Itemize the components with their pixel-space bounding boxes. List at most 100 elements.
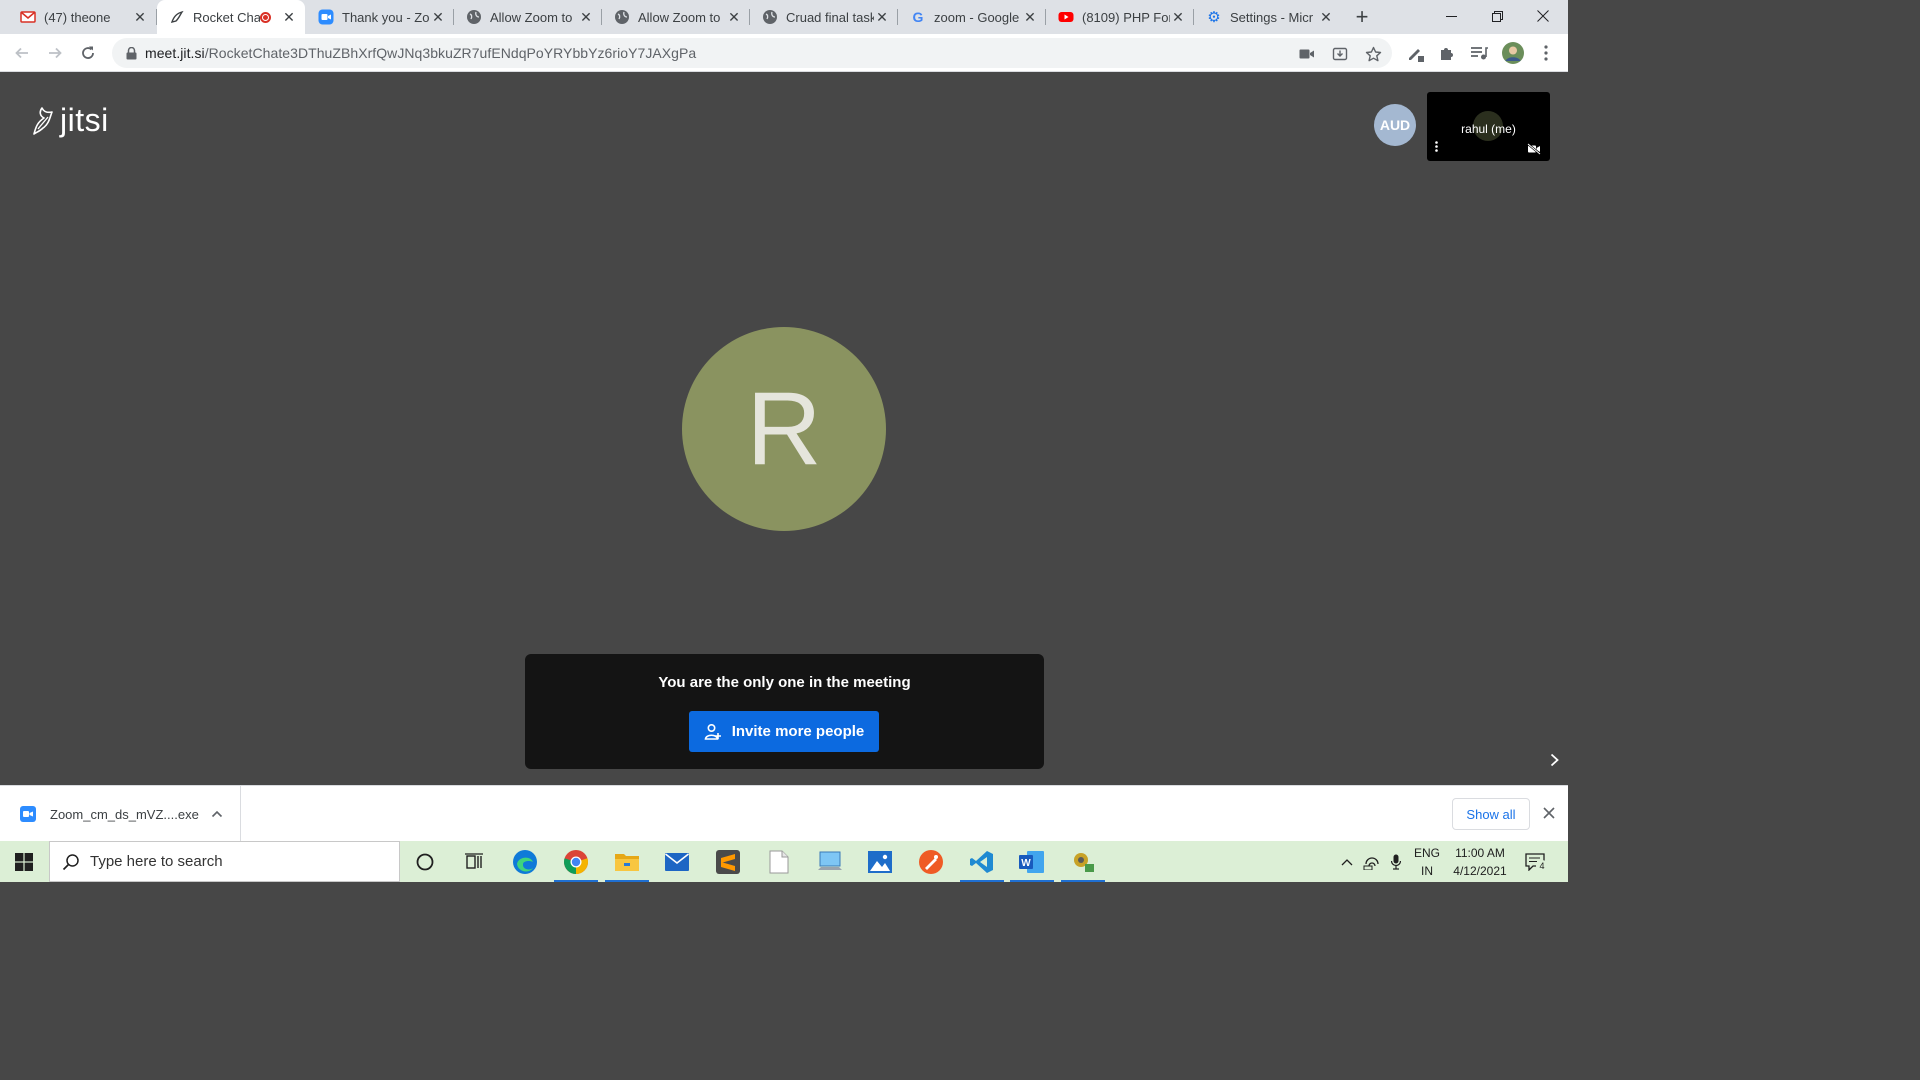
install-app-icon[interactable] — [1331, 45, 1349, 63]
microphone-icon[interactable] — [1386, 841, 1406, 882]
globe-icon — [614, 9, 630, 25]
tab-title: Allow Zoom to — [490, 9, 573, 25]
minimize-button[interactable] — [1428, 0, 1474, 32]
input-language-indicator[interactable]: ENG IN — [1410, 844, 1444, 880]
download-item[interactable]: Zoom_cm_ds_mVZ....exe — [0, 786, 241, 842]
close-window-button[interactable] — [1520, 0, 1566, 32]
jitsi-logo[interactable]: jitsi — [30, 102, 109, 139]
clock-time: 11:00 AM — [1455, 846, 1505, 860]
tab-zoom[interactable]: Thank you - Zo ✕ — [306, 0, 454, 34]
vscode-icon[interactable] — [957, 841, 1007, 882]
camera-icon[interactable] — [1298, 45, 1316, 63]
close-icon[interactable] — [1540, 803, 1558, 823]
video-off-icon — [1527, 142, 1541, 155]
tab-jitsi-active[interactable]: Rocket Cha ✕ — [157, 0, 305, 34]
youtube-icon — [1058, 9, 1074, 25]
chrome-icon[interactable] — [551, 841, 601, 882]
reload-button[interactable] — [75, 40, 101, 66]
this-pc-icon[interactable] — [805, 841, 855, 882]
tab-google-search[interactable]: G zoom - Google ✕ — [898, 0, 1046, 34]
edge-icon[interactable] — [500, 841, 550, 882]
task-view-icon[interactable] — [449, 841, 499, 882]
close-icon[interactable]: ✕ — [1318, 9, 1334, 25]
network-icon[interactable] — [1360, 841, 1384, 882]
windows-start-button[interactable] — [0, 841, 48, 882]
meeting-stage: jitsi AUD rahul (me) R You are the only … — [0, 72, 1568, 785]
tab-youtube[interactable]: (8109) PHP For ✕ — [1046, 0, 1194, 34]
notice-message: You are the only one in the meeting — [658, 674, 911, 691]
close-icon[interactable]: ✕ — [726, 9, 742, 25]
bookmark-star-icon[interactable] — [1364, 45, 1382, 63]
chevron-right-icon[interactable] — [1545, 750, 1563, 770]
self-video-thumbnail[interactable]: rahul (me) — [1427, 92, 1550, 161]
chevron-up-icon[interactable] — [1336, 841, 1358, 882]
language-code: ENG — [1413, 846, 1440, 860]
sublime-text-icon[interactable] — [703, 841, 753, 882]
lock-icon[interactable] — [124, 46, 138, 60]
extensions-puzzle-icon[interactable] — [1437, 43, 1457, 63]
gmail-badge-icon — [20, 9, 36, 25]
tab-title: Thank you - Zo — [342, 9, 430, 25]
close-icon[interactable]: ✕ — [132, 9, 148, 25]
svg-text:W: W — [1021, 858, 1031, 869]
tab-title: zoom - Google — [934, 9, 1020, 25]
tab-title: Settings - Micr — [1230, 9, 1314, 25]
search-icon — [62, 853, 80, 871]
notepad-file-icon[interactable] — [754, 841, 804, 882]
postman-icon[interactable] — [906, 841, 956, 882]
cortana-icon[interactable] — [400, 841, 450, 882]
photos-icon[interactable] — [855, 841, 905, 882]
download-file-name: Zoom_cm_ds_mVZ....exe — [50, 806, 199, 822]
mail-icon[interactable] — [652, 841, 702, 882]
avatar-initial: R — [746, 370, 822, 487]
invite-more-people-button[interactable]: Invite more people — [689, 711, 879, 752]
taskbar-clock[interactable]: 11:00 AM 4/12/2021 — [1446, 844, 1514, 880]
close-icon[interactable]: ✕ — [1022, 9, 1038, 25]
media-controls-icon[interactable] — [1469, 43, 1489, 63]
url-host: meet.jit.si — [145, 45, 205, 61]
browser-menu-icon[interactable] — [1536, 43, 1556, 63]
zoom-icon — [318, 9, 334, 25]
jitsi-logo-text: jitsi — [60, 102, 109, 138]
close-icon[interactable]: ✕ — [1170, 9, 1186, 25]
restore-button[interactable] — [1474, 0, 1520, 32]
tab-title: (47) theone — [44, 9, 111, 25]
participant-avatar[interactable]: AUD — [1374, 104, 1416, 146]
tab-title: (8109) PHP For — [1082, 9, 1170, 25]
action-center-icon[interactable]: 4 — [1522, 850, 1548, 874]
globe-icon — [466, 9, 482, 25]
jitsi-logo-icon — [33, 106, 53, 135]
word-icon[interactable]: W — [1007, 841, 1057, 882]
forward-button[interactable] — [42, 40, 68, 66]
windows-taskbar: Type here to search W ENG IN 11:00 AM 4/… — [0, 841, 1568, 882]
url-text: meet.jit.si/RocketChate3DThuZBhXrfQwJNq3… — [145, 45, 696, 61]
self-display-name: rahul (me) — [1461, 122, 1516, 136]
close-icon[interactable]: ✕ — [578, 9, 594, 25]
gear-icon: ⚙ — [1207, 9, 1221, 26]
tab-allow-zoom-1[interactable]: Allow Zoom to ✕ — [454, 0, 602, 34]
chevron-up-icon[interactable] — [208, 806, 226, 822]
tab-gmail[interactable]: (47) theone ✕ — [0, 0, 156, 34]
tab-settings[interactable]: ⚙ Settings - Micr ✕ — [1194, 0, 1342, 34]
utility-app-icon[interactable] — [1058, 841, 1108, 882]
tab-cruad-task[interactable]: Cruad final task ✕ — [750, 0, 898, 34]
tab-title: Allow Zoom to — [638, 9, 721, 25]
profile-avatar[interactable] — [1502, 42, 1524, 64]
file-explorer-icon[interactable] — [602, 841, 652, 882]
close-icon[interactable]: ✕ — [281, 9, 297, 25]
show-all-downloads-button[interactable]: Show all — [1452, 798, 1530, 830]
jitsi-icon — [169, 9, 185, 25]
close-icon[interactable]: ✕ — [430, 9, 446, 25]
clock-date: 4/12/2021 — [1453, 864, 1507, 878]
close-icon[interactable]: ✕ — [874, 9, 890, 25]
tab-allow-zoom-2[interactable]: Allow Zoom to ✕ — [602, 0, 750, 34]
address-bar[interactable]: meet.jit.si/RocketChate3DThuZBhXrfQwJNq3… — [112, 38, 1392, 68]
windows-logo-icon — [15, 852, 33, 871]
taskbar-search-box[interactable]: Type here to search — [49, 841, 400, 882]
new-tab-button[interactable]: + — [1350, 4, 1374, 29]
extension-edit-icon[interactable] — [1406, 43, 1426, 63]
region-code: IN — [1421, 864, 1433, 878]
back-button[interactable] — [9, 40, 35, 66]
recording-icon — [260, 11, 271, 23]
more-options-icon[interactable] — [1432, 140, 1440, 152]
